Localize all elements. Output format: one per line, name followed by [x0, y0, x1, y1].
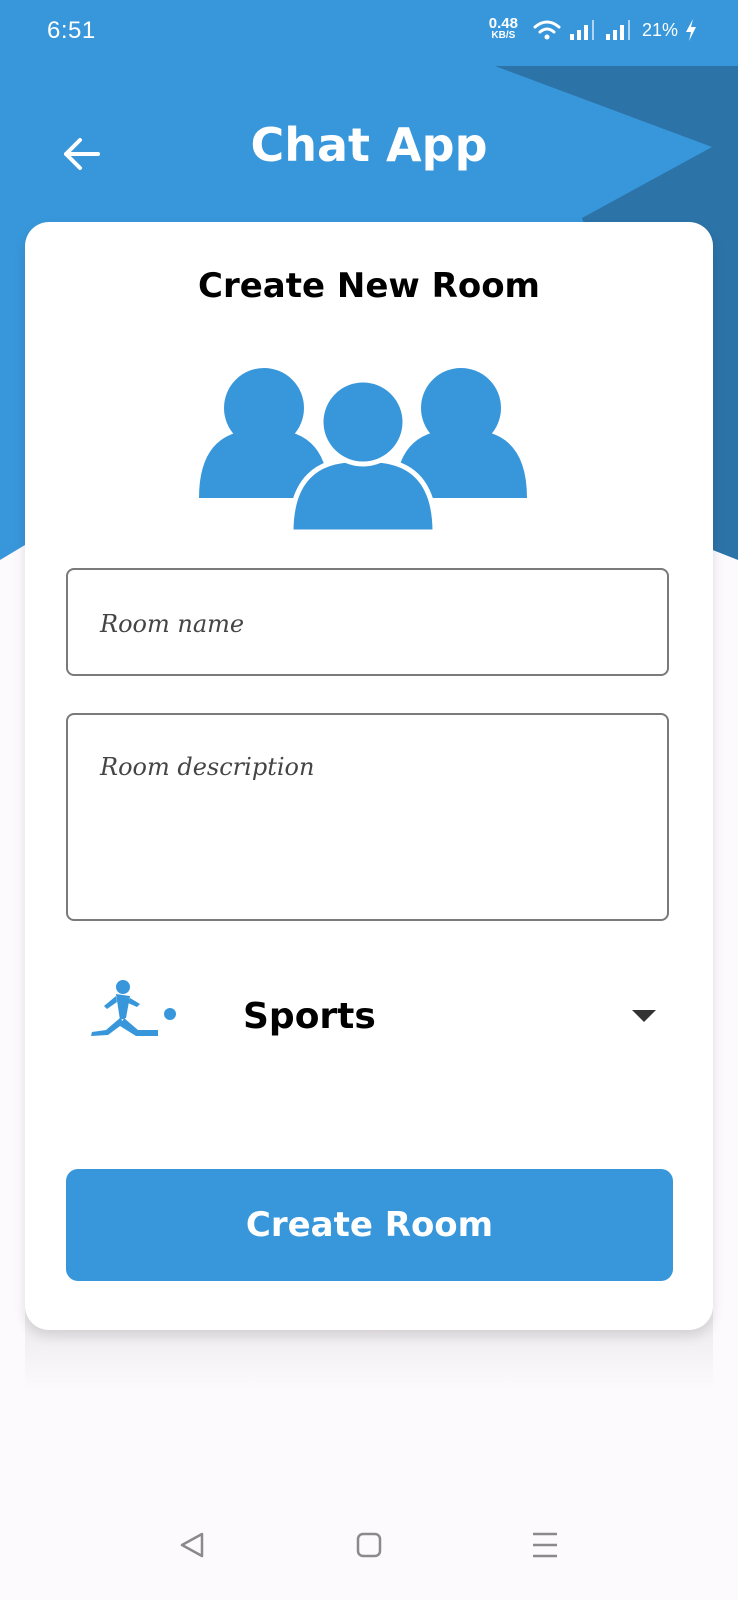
room-name-input[interactable]: Room name	[66, 568, 669, 676]
status-indicators: 0.48 KB/S 21%	[488, 15, 698, 42]
nav-lines-menu-icon	[533, 1532, 557, 1558]
signal-icon-sim2	[605, 20, 630, 40]
nav-back-button[interactable]	[162, 1515, 222, 1575]
nav-menu-button[interactable]	[515, 1515, 575, 1575]
soccer-player-icon	[91, 980, 176, 1036]
card-title: Create New Room	[198, 266, 540, 306]
create-room-button[interactable]: Create Room	[66, 1169, 673, 1281]
create-room-button-label: Create Room	[245, 1205, 494, 1245]
room-description-placeholder: Room description	[100, 753, 315, 781]
category-dropdown[interactable]: Sports	[66, 960, 669, 1080]
charging-bolt-icon	[686, 19, 696, 41]
wifi-icon	[533, 20, 561, 40]
room-description-input[interactable]: Room description	[66, 713, 669, 921]
nav-square-home-icon	[356, 1532, 382, 1558]
nav-triangle-back-icon	[180, 1532, 204, 1558]
create-room-card: Create New Room Room name Room descripti…	[25, 222, 713, 1330]
nav-home-button[interactable]	[339, 1515, 399, 1575]
battery-level: 21%	[641, 19, 678, 40]
category-selected-label: Sports	[243, 996, 376, 1037]
network-speed-value: 0.48	[488, 15, 518, 32]
group-people-icon	[199, 364, 527, 532]
status-bar: 6:51 0.48 KB/S 21%	[0, 0, 738, 66]
app-title: Chat App	[250, 118, 488, 172]
triangle-down-icon	[632, 1010, 656, 1022]
network-speed-unit: KB/S	[491, 30, 516, 41]
room-name-placeholder: Room name	[100, 610, 245, 638]
signal-icon-sim1	[569, 20, 594, 40]
status-time: 6:51	[47, 17, 96, 44]
system-navigation-bar	[0, 1505, 738, 1600]
network-speed: 0.48 KB/S	[488, 15, 518, 42]
